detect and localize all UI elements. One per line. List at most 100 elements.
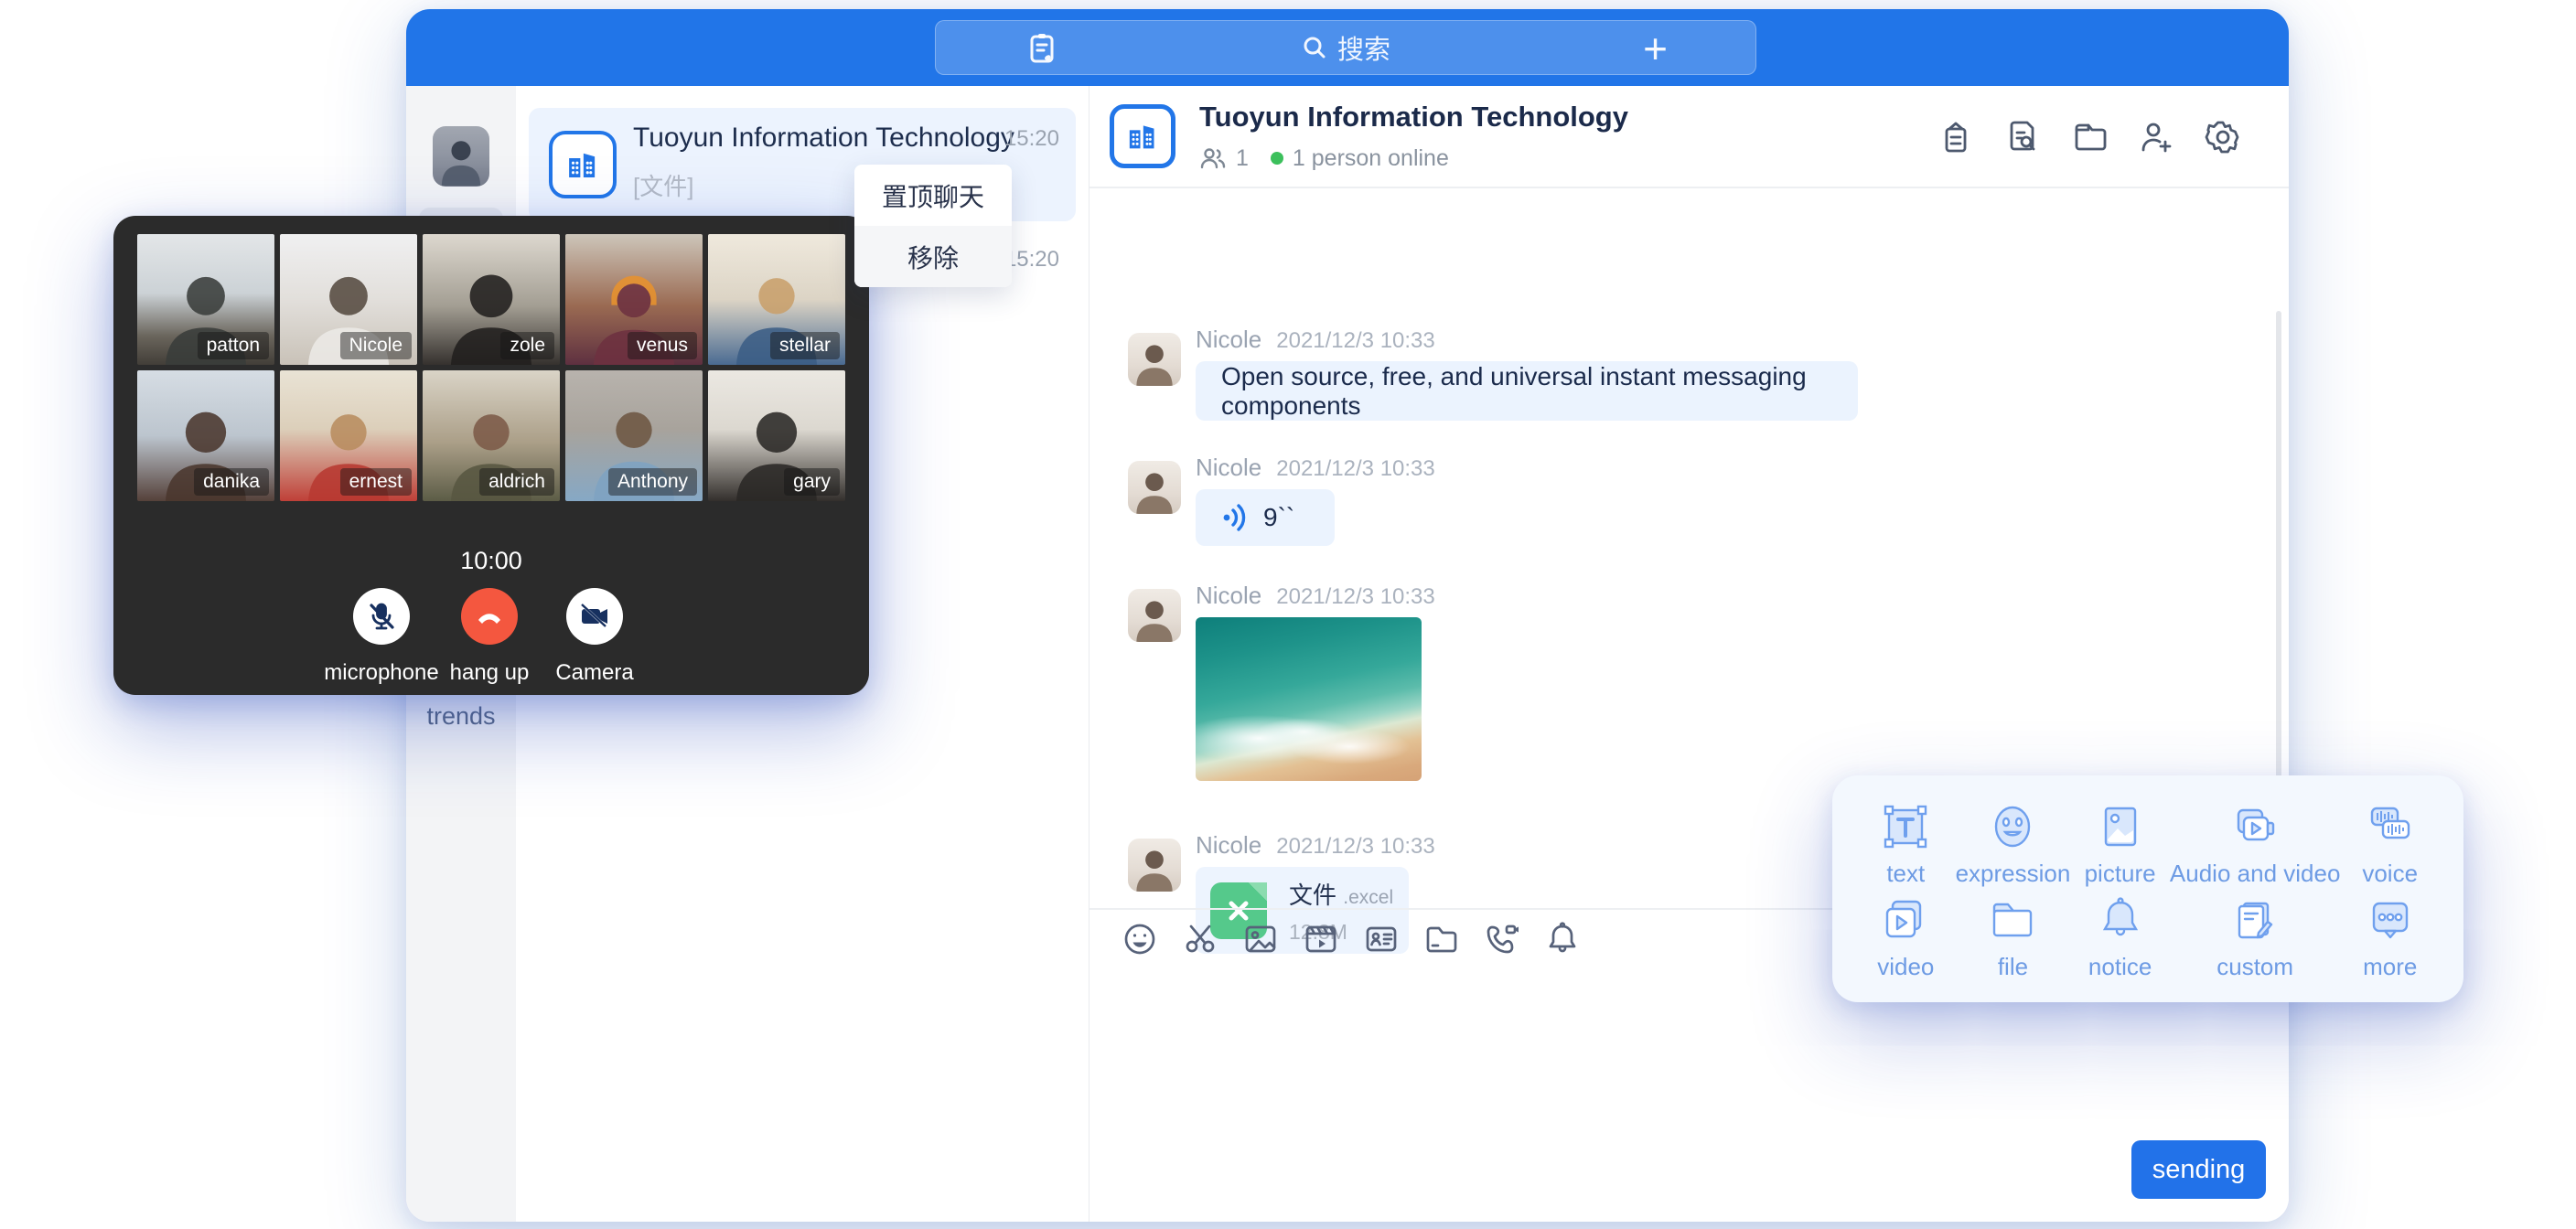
file-ext: .excel xyxy=(1343,887,1393,908)
sender-name: Nicole xyxy=(1196,831,1261,860)
participant-tile[interactable]: danika xyxy=(137,370,274,501)
panel-item-video[interactable]: video xyxy=(1856,891,1956,984)
file-folder-icon[interactable] xyxy=(1422,920,1461,958)
message-meta: Nicole 2021/12/3 10:33 xyxy=(1196,454,1435,482)
search-placeholder: 搜索 xyxy=(1337,28,1390,67)
panel-item-file[interactable]: file xyxy=(1956,891,2071,984)
message-time: 2021/12/3 10:33 xyxy=(1276,456,1435,482)
participant-tile[interactable]: gary xyxy=(708,370,845,501)
chat-title: Tuoyun Information Technology xyxy=(1199,101,1628,134)
sender-name: Nicole xyxy=(1196,582,1261,610)
participant-name: Anthony xyxy=(608,468,697,496)
panel-label: Audio and video xyxy=(2170,860,2340,888)
participant-tile[interactable]: patton xyxy=(137,234,274,365)
conversation-context-menu: 置顶聊天 移除 xyxy=(854,165,1012,287)
participant-tile[interactable]: Anthony xyxy=(565,370,703,501)
chat-header-actions xyxy=(1936,117,2243,157)
panel-item-notice[interactable]: notice xyxy=(2070,891,2170,984)
building-icon xyxy=(1124,118,1161,155)
search-bar[interactable]: 搜索 + xyxy=(935,20,1756,75)
participant-name: gary xyxy=(784,468,840,496)
microphone-label: microphone xyxy=(324,660,438,686)
member-count: 1 xyxy=(1236,145,1249,172)
group-notice-icon[interactable] xyxy=(1936,117,1976,157)
panel-item-text[interactable]: text xyxy=(1856,797,1956,891)
emoji-icon[interactable] xyxy=(1121,920,1159,958)
call-timer: 10:00 xyxy=(113,547,869,575)
expression-icon xyxy=(1987,801,2038,852)
microphone-button[interactable] xyxy=(353,588,410,645)
sender-avatar[interactable] xyxy=(1128,461,1181,514)
building-icon xyxy=(564,145,602,184)
participant-tile[interactable]: aldrich xyxy=(423,370,560,501)
add-member-icon[interactable] xyxy=(2136,117,2176,157)
participant-tile[interactable]: venus xyxy=(565,234,703,365)
panel-label: more xyxy=(2363,953,2417,981)
chat-area: Tuoyun Information Technology 1 1 person… xyxy=(1089,86,2289,1222)
video-call-window: patton Nicole zole venus stellar danika … xyxy=(113,216,869,695)
screenshot-scissors-icon[interactable] xyxy=(1181,920,1219,958)
voice-message-bubble[interactable]: 9`` xyxy=(1196,489,1335,546)
sender-avatar[interactable] xyxy=(1128,589,1181,642)
panel-item-picture[interactable]: picture xyxy=(2070,797,2170,891)
participant-tile[interactable]: ernest xyxy=(280,370,417,501)
participant-tile[interactable]: stellar xyxy=(708,234,845,365)
panel-label: video xyxy=(1877,953,1934,981)
more-icon xyxy=(2365,894,2416,946)
sender-avatar[interactable] xyxy=(1128,333,1181,386)
top-bar: 搜索 + xyxy=(406,9,2289,86)
panel-item-voice[interactable]: voice xyxy=(2340,797,2440,891)
participant-tile[interactable]: zole xyxy=(423,234,560,365)
sender-name: Nicole xyxy=(1196,454,1261,482)
online-status: 1 person online xyxy=(1293,145,1449,172)
panel-item-more[interactable]: more xyxy=(2340,891,2440,984)
message-time: 2021/12/3 10:33 xyxy=(1276,834,1435,860)
hang-up-button[interactable] xyxy=(461,588,518,645)
conversation-time: 15:20 xyxy=(1004,126,1059,152)
sender-avatar[interactable] xyxy=(1128,839,1181,892)
search-field[interactable]: 搜索 xyxy=(1301,28,1390,67)
panel-label: expression xyxy=(1956,860,2071,888)
panel-label: picture xyxy=(2085,860,2156,888)
conversation-time: 15:20 xyxy=(1004,247,1059,273)
chat-history-search-icon[interactable] xyxy=(2002,117,2043,157)
panel-item-custom[interactable]: custom xyxy=(2170,891,2340,984)
panel-label: text xyxy=(1886,860,1925,888)
add-button[interactable]: + xyxy=(1643,25,1668,72)
group-file-icon[interactable] xyxy=(2069,117,2109,157)
panel-item-audio-video[interactable]: Audio and video xyxy=(2170,797,2340,891)
voice-icon xyxy=(2365,801,2416,852)
message-scrollbar[interactable] xyxy=(2276,311,2281,783)
participant-tile[interactable]: Nicole xyxy=(280,234,417,365)
send-button[interactable]: sending xyxy=(2131,1140,2266,1199)
panel-label: custom xyxy=(2216,953,2293,981)
message-time: 2021/12/3 10:33 xyxy=(1276,584,1435,610)
contact-card-icon[interactable] xyxy=(1362,920,1401,958)
message-text: Open source, free, and universal instant… xyxy=(1196,362,1858,421)
audio-video-icon xyxy=(2229,801,2281,852)
picture-icon xyxy=(2095,801,2146,852)
hang-up-label: hang up xyxy=(450,660,530,686)
participant-name: zole xyxy=(500,332,554,359)
text-icon xyxy=(1880,801,1931,852)
image-icon[interactable] xyxy=(1241,920,1280,958)
image-message-beach-photo[interactable] xyxy=(1196,617,1422,781)
camera-label: Camera xyxy=(555,660,633,686)
message-meta: Nicole 2021/12/3 10:33 xyxy=(1196,831,1435,860)
menu-item-remove[interactable]: 移除 xyxy=(854,226,1012,287)
camera-button[interactable] xyxy=(566,588,623,645)
input-toolbar xyxy=(1121,920,1582,958)
chat-subtitle: 1 1 person online xyxy=(1199,144,1449,172)
text-message-bubble[interactable]: Open source, free, and universal instant… xyxy=(1196,361,1858,421)
participant-grid: patton Nicole zole venus stellar danika … xyxy=(137,234,845,501)
video-call-icon[interactable] xyxy=(1483,920,1521,958)
my-avatar[interactable] xyxy=(433,126,489,187)
menu-item-pin-chat[interactable]: 置顶聊天 xyxy=(854,165,1012,226)
video-clapper-icon[interactable] xyxy=(1302,920,1340,958)
voice-duration: 9`` xyxy=(1263,503,1294,532)
contacts-clipboard-icon[interactable] xyxy=(1024,30,1060,67)
settings-gear-icon[interactable] xyxy=(2203,117,2243,157)
notification-bell-icon[interactable] xyxy=(1543,920,1582,958)
panel-item-expression[interactable]: expression xyxy=(1956,797,2071,891)
conversation-preview: [文件] xyxy=(633,168,693,202)
